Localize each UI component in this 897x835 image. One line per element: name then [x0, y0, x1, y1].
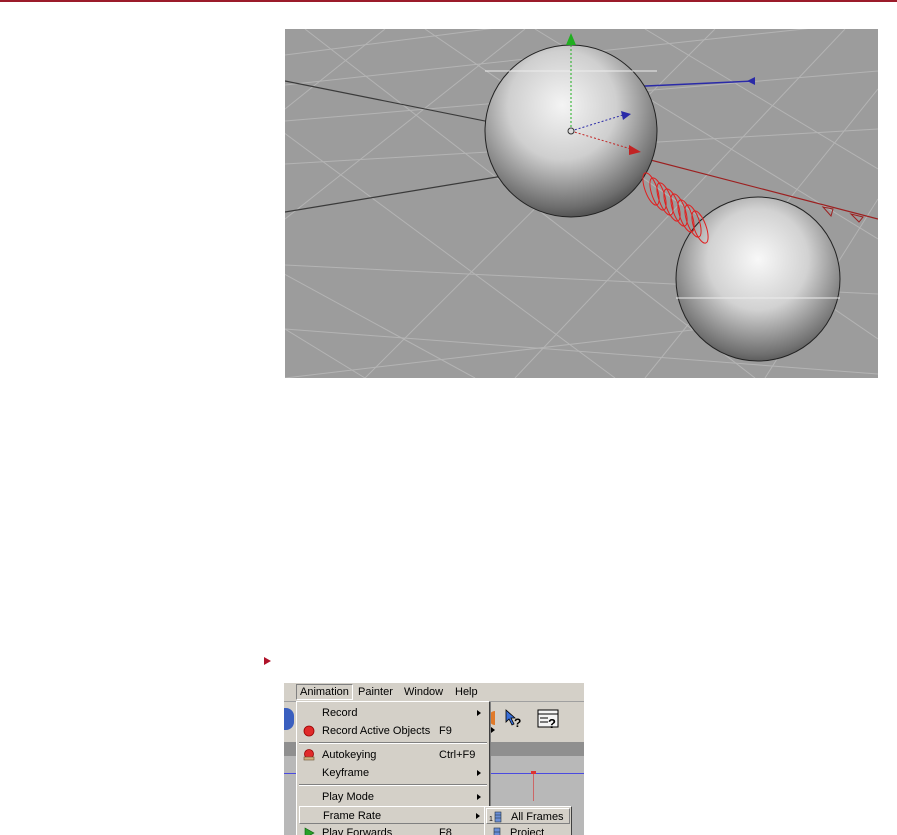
- svg-text:?: ?: [548, 716, 556, 730]
- menubar: r Animation Painter Window Help: [284, 683, 584, 702]
- submenu-item-project[interactable]: Project: [486, 825, 570, 835]
- project-icon: [493, 827, 501, 835]
- menu-screenshot: ? ? r Animation Painter Window Help Reco…: [284, 683, 584, 835]
- all-frames-icon: 1: [489, 811, 502, 823]
- help-arrow-icon[interactable]: ?: [504, 708, 526, 730]
- menu-item-play-forwards[interactable]: Play Forwards F8: [299, 824, 487, 835]
- menu-item-label: Play Forwards: [322, 827, 393, 835]
- submenu-arrow-icon: [477, 794, 481, 800]
- autokey-icon: [303, 749, 315, 761]
- menu-item-autokeying[interactable]: Autokeying Ctrl+F9: [299, 746, 487, 764]
- submenu-item-label: Project: [510, 827, 545, 835]
- menu-item-shortcut: Ctrl+F9: [439, 749, 476, 761]
- svg-text:?: ?: [514, 716, 521, 730]
- timeline-playhead[interactable]: [533, 771, 534, 801]
- submenu-item-all-frames[interactable]: 1 All Frames: [486, 808, 570, 824]
- animation-dropdown: Record Record Active Objects F9 Autokeyi…: [296, 701, 490, 835]
- menu-help[interactable]: Help: [455, 685, 478, 699]
- menu-item-label: Record: [322, 707, 358, 719]
- viewport-scene: [285, 29, 878, 378]
- svg-text:1: 1: [489, 816, 493, 823]
- menu-painter[interactable]: Painter: [358, 685, 393, 699]
- bullet-arrow-icon: [264, 657, 271, 665]
- menu-window[interactable]: Window: [404, 685, 443, 699]
- help-table-icon[interactable]: ?: [536, 708, 562, 730]
- record-dot-icon: [303, 725, 315, 737]
- submenu-item-label: All Frames: [511, 811, 564, 823]
- submenu-arrow-icon: [477, 710, 481, 716]
- submenu-arrow-icon: [476, 813, 480, 819]
- menu-separator: [299, 742, 487, 744]
- play-icon: [304, 827, 315, 835]
- menu-item-label: Autokeying: [322, 749, 377, 761]
- menu-item-label: Record Active Objects: [322, 725, 431, 737]
- menu-separator: [299, 784, 487, 786]
- menu-item-record[interactable]: Record: [299, 704, 487, 722]
- menu-item-play-mode[interactable]: Play Mode: [299, 788, 487, 806]
- menu-item-label: Frame Rate: [323, 810, 382, 822]
- menu-item-frame-rate[interactable]: Frame Rate: [299, 806, 487, 824]
- menu-item-shortcut: F8: [439, 827, 452, 835]
- menu-item-label: Keyframe: [322, 767, 370, 779]
- menu-item-shortcut: F9: [439, 725, 452, 737]
- 3d-viewport[interactable]: [285, 29, 878, 378]
- timeline-playhead-marker[interactable]: [531, 771, 536, 774]
- menu-item-label: Play Mode: [322, 791, 374, 803]
- menu-item-keyframe[interactable]: Keyframe: [299, 764, 487, 782]
- frame-rate-submenu: 1 All Frames Project: [484, 806, 572, 835]
- menu-animation[interactable]: Animation: [296, 684, 353, 700]
- sphere-2[interactable]: [675, 196, 841, 362]
- gizmo-origin-icon[interactable]: [567, 127, 575, 135]
- menu-item-record-active-objects[interactable]: Record Active Objects F9: [299, 722, 487, 740]
- top-rule: [0, 0, 897, 2]
- toolbar-expand-arrow-icon[interactable]: [491, 727, 495, 733]
- submenu-arrow-icon: [477, 770, 481, 776]
